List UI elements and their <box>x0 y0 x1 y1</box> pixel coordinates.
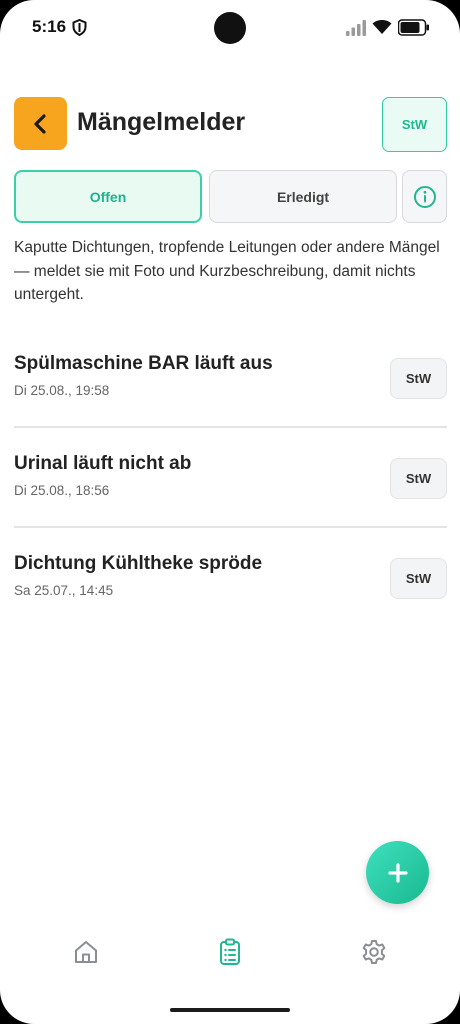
item-date: Di 25.08., 19:58 <box>14 383 110 398</box>
tab-open[interactable]: Offen <box>14 170 202 223</box>
status-bar: 5:16 <box>0 0 460 56</box>
info-button[interactable] <box>402 170 447 223</box>
nav-settings[interactable] <box>358 936 390 968</box>
list-item[interactable]: Urinal läuft nicht ab Di 25.08., 18:56 S… <box>14 453 447 551</box>
item-date: Di 25.08., 18:56 <box>14 483 110 498</box>
app-screen: 5:16 Mängelmelder StW Offen Erledigt Kap… <box>0 0 460 1024</box>
nav-reports[interactable] <box>214 936 246 968</box>
clipboard-list-icon <box>220 938 240 965</box>
shield-icon <box>72 19 87 36</box>
item-date: Sa 25.07., 14:45 <box>14 583 114 598</box>
home-indicator[interactable] <box>170 1008 290 1012</box>
page-description: Kaputte Dichtungen, tropfende Leitungen … <box>14 239 440 303</box>
item-title: Spülmaschine BAR läuft aus <box>14 353 273 374</box>
list-item[interactable]: Dichtung Kühltheke spröde Sa 25.07., 14:… <box>14 553 447 651</box>
status-time: 5:16 <box>32 17 67 36</box>
back-button[interactable] <box>14 97 67 150</box>
camera-cutout <box>214 12 246 44</box>
nav-home[interactable] <box>70 936 102 968</box>
item-user-badge[interactable]: StW <box>390 358 447 399</box>
battery-icon <box>398 19 429 36</box>
add-report-button[interactable] <box>366 841 429 904</box>
item-title: Dichtung Kühltheke spröde <box>14 553 263 574</box>
gear-icon <box>362 940 386 964</box>
wifi-icon <box>372 19 392 34</box>
divider <box>14 526 447 528</box>
home-icon <box>75 941 97 963</box>
divider <box>14 426 447 428</box>
item-title: Urinal läuft nicht ab <box>14 453 192 474</box>
item-user-badge[interactable]: StW <box>390 458 447 499</box>
user-badge-button[interactable]: StW <box>382 97 447 152</box>
item-user-badge[interactable]: StW <box>390 558 447 599</box>
page-title: Mängelmelder <box>77 108 246 136</box>
chevron-left-icon <box>33 113 46 134</box>
info-icon <box>413 185 436 208</box>
list-item[interactable]: Spülmaschine BAR läuft aus Di 25.08., 19… <box>14 353 447 451</box>
signal-icon <box>346 20 366 36</box>
tab-done[interactable]: Erledigt <box>209 170 397 223</box>
plus-icon <box>387 862 408 883</box>
